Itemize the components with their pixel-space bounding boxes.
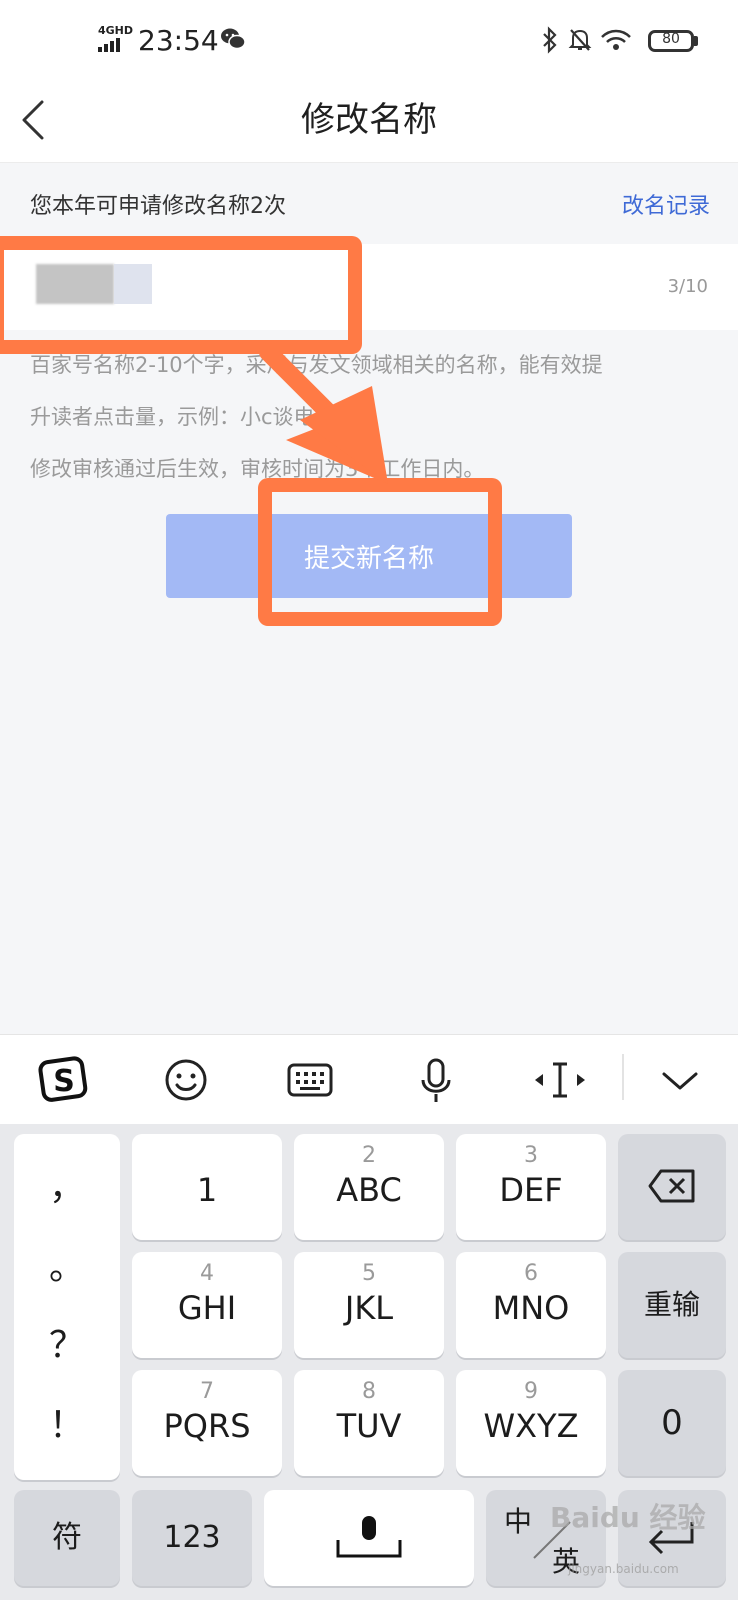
- wechat-icon: [221, 28, 246, 50]
- microphone-icon[interactable]: [406, 1050, 466, 1110]
- key-5-jkl[interactable]: 5 JKL: [294, 1252, 444, 1358]
- bluetooth-icon: [543, 26, 557, 54]
- retype-key[interactable]: 重输: [618, 1252, 726, 1358]
- battery-level: 80: [662, 31, 680, 47]
- key-period[interactable]: 。: [14, 1238, 120, 1290]
- battery-cap: [694, 36, 698, 46]
- sogou-logo-icon[interactable]: S: [34, 1050, 94, 1110]
- quota-text: 您本年可申请修改名称2次: [30, 194, 286, 219]
- voice-space-icon: [336, 1516, 402, 1558]
- rename-history-link[interactable]: 改名记录: [622, 188, 710, 220]
- page-title: 修改名称: [301, 100, 437, 140]
- numbers-key[interactable]: 123: [132, 1490, 252, 1586]
- symbols-key[interactable]: 符: [14, 1490, 120, 1586]
- key-comma[interactable]: ，: [14, 1158, 120, 1210]
- status-time: 23:54: [138, 24, 219, 57]
- key-4-ghi[interactable]: 4 GHI: [132, 1252, 282, 1358]
- backspace-key[interactable]: [618, 1134, 726, 1240]
- keyboard-toolbar: [0, 1034, 738, 1125]
- key-3-def[interactable]: 3 DEF: [456, 1134, 606, 1240]
- backspace-icon: [648, 1169, 695, 1203]
- annotation-box-input: [0, 236, 362, 354]
- mute-bell-icon: [568, 29, 592, 51]
- key-exclamation[interactable]: ！: [14, 1396, 120, 1448]
- toolbar-divider: [622, 1054, 624, 1100]
- key-2-abc[interactable]: 2 ABC: [294, 1134, 444, 1240]
- hint-line-1: 百家号名称2-10个字，采用与发文领域相关的名称，能有效提: [30, 353, 603, 377]
- key-7-pqrs[interactable]: 7 PQRS: [132, 1370, 282, 1476]
- baidu-watermark-url: jingyan.baidu.com: [568, 1562, 679, 1576]
- punctuation-column[interactable]: ， 。 ？ ！: [14, 1134, 120, 1480]
- key-0[interactable]: 0: [618, 1370, 726, 1476]
- baidu-watermark: Baidu 经验: [550, 1501, 706, 1534]
- collapse-chevron-icon[interactable]: [650, 1050, 710, 1110]
- cursor-move-icon[interactable]: [530, 1050, 590, 1110]
- key-8-tuv[interactable]: 8 TUV: [294, 1370, 444, 1476]
- key-question[interactable]: ？: [14, 1316, 120, 1368]
- char-counter: 3/10: [667, 276, 708, 297]
- svg-text:S: S: [53, 1064, 75, 1099]
- key-6-mno[interactable]: 6 MNO: [456, 1252, 606, 1358]
- wifi-icon: [601, 29, 631, 50]
- annotation-box-button: [258, 478, 502, 626]
- keyboard-icon[interactable]: [280, 1050, 340, 1110]
- space-key[interactable]: [264, 1490, 474, 1586]
- key-9-wxyz[interactable]: 9 WXYZ: [456, 1370, 606, 1476]
- signal-icon: [98, 38, 124, 52]
- network-type: 4GHD: [98, 24, 134, 37]
- key-1[interactable]: 1: [132, 1134, 282, 1240]
- emoji-icon[interactable]: [156, 1050, 216, 1110]
- hint-line-2: 升读者点击量，示例：小c谈电影。: [30, 405, 357, 429]
